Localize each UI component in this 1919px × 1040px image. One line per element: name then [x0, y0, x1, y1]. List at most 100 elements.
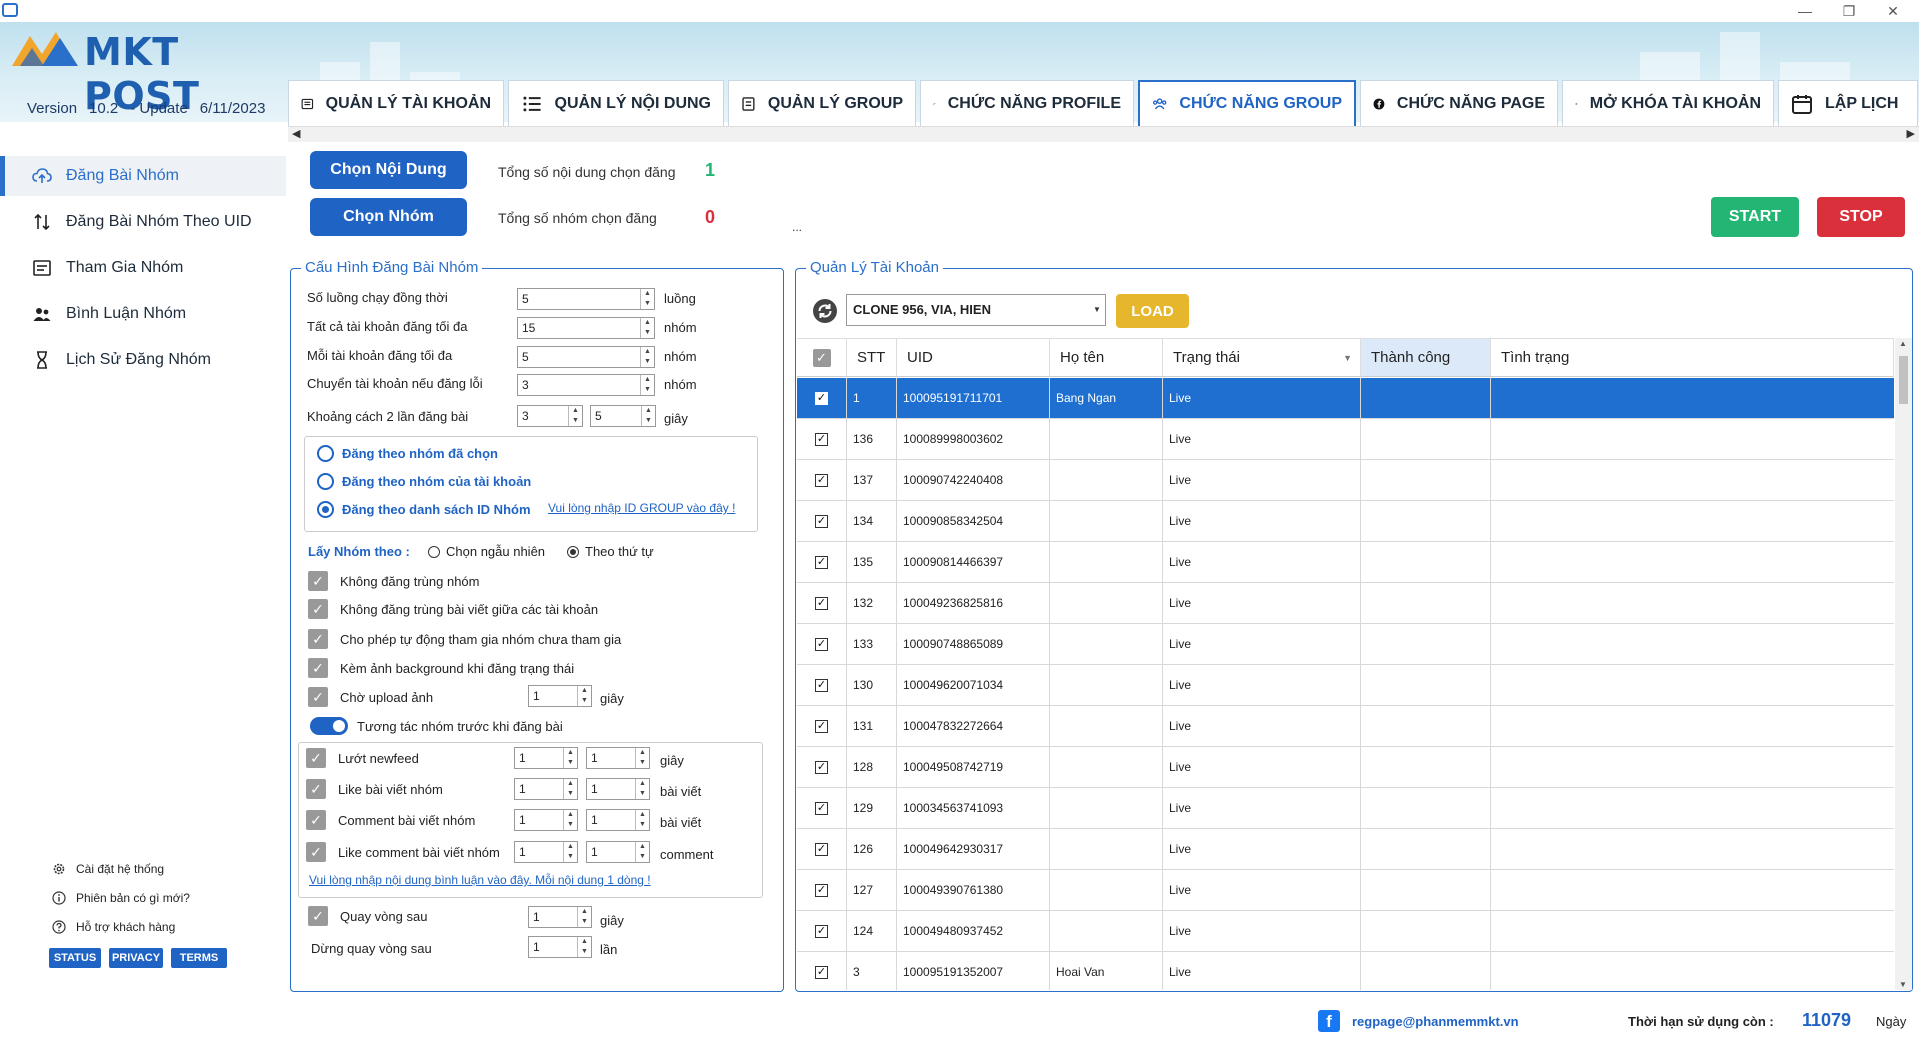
- row-checkbox[interactable]: ✓: [797, 419, 847, 459]
- choose-group-button[interactable]: Chọn Nhóm: [310, 198, 467, 236]
- terms-button[interactable]: TERMS: [171, 948, 227, 968]
- interact-row-input-a[interactable]: 1 ▲ ▼: [514, 841, 578, 863]
- column-header-state[interactable]: Tình trạng: [1491, 339, 1894, 377]
- stop-button[interactable]: STOP: [1817, 197, 1905, 237]
- interval-to-input[interactable]: 5 ▲ ▼: [590, 405, 656, 427]
- table-row[interactable]: ✓ 126 100049642930317 Live: [797, 829, 1894, 870]
- interact-row-check[interactable]: ✓ Lướt newfeed: [306, 748, 419, 768]
- row-checkbox[interactable]: ✓: [797, 583, 847, 623]
- interact-row-input-a[interactable]: 1 ▲ ▼: [514, 778, 578, 800]
- check-auto-join[interactable]: ✓ Cho phép tự động tham gia nhóm chưa tha…: [308, 629, 621, 649]
- table-row[interactable]: ✓ 129 100034563741093 Live: [797, 788, 1894, 829]
- row-checkbox[interactable]: ✓: [797, 665, 847, 705]
- row-checkbox[interactable]: ✓: [797, 624, 847, 664]
- table-row[interactable]: ✓ 135 100090814466397 Live: [797, 542, 1894, 583]
- tab-group-management[interactable]: QUẢN LÝ GROUP: [728, 80, 916, 126]
- column-header-stt[interactable]: STT: [847, 339, 897, 377]
- interact-row-input-a[interactable]: 1 ▲ ▼: [514, 809, 578, 831]
- post-mode-selected-groups[interactable]: Đăng theo nhóm đã chọn: [317, 445, 498, 462]
- tab-account-management[interactable]: QUẢN LÝ TÀI KHOẢN: [288, 80, 504, 126]
- minimize-button[interactable]: —: [1782, 0, 1828, 22]
- row-checkbox[interactable]: ✓: [797, 501, 847, 541]
- tab-profile-functions[interactable]: CHỨC NĂNG PROFILE: [920, 80, 1134, 126]
- tab-scrollbar[interactable]: ◀ ▶: [288, 126, 1919, 142]
- interact-row-input-b[interactable]: 1 ▲ ▼: [586, 809, 650, 831]
- interact-row-input-b[interactable]: 1 ▲ ▼: [586, 841, 650, 863]
- get-group-order-option[interactable]: Theo thứ tự: [567, 544, 654, 559]
- config-row-input[interactable]: 5 ▲ ▼: [517, 288, 655, 310]
- check-no-duplicate-group[interactable]: ✓ Không đăng trùng nhóm: [308, 571, 480, 591]
- system-settings-link[interactable]: Cài đặt hệ thống: [52, 862, 164, 876]
- table-row[interactable]: ✓ 136 100089998003602 Live: [797, 419, 1894, 460]
- choose-content-button[interactable]: Chọn Nội Dung: [310, 151, 467, 189]
- tab-scheduling[interactable]: LẬP LỊCH: [1778, 80, 1918, 126]
- row-checkbox[interactable]: ✓: [797, 788, 847, 828]
- table-row[interactable]: ✓ 130 100049620071034 Live: [797, 665, 1894, 706]
- load-button[interactable]: LOAD: [1116, 294, 1189, 328]
- row-checkbox[interactable]: ✓: [797, 829, 847, 869]
- tab-page-functions[interactable]: CHỨC NĂNG PAGE: [1360, 80, 1558, 126]
- sidebar-item-comment-group[interactable]: Bình Luận Nhóm: [0, 294, 286, 334]
- upload-wait-input[interactable]: 1 ▲ ▼: [528, 685, 592, 707]
- tab-content-management[interactable]: QUẢN LÝ NỘI DUNG: [508, 80, 724, 126]
- comment-content-link[interactable]: Vui lòng nhập nội dung bình luận vào đây…: [309, 873, 651, 887]
- column-header-uid[interactable]: UID: [897, 339, 1050, 377]
- column-header-status[interactable]: Trạng thái ▼: [1163, 339, 1361, 377]
- facebook-icon[interactable]: f: [1318, 1010, 1340, 1032]
- scroll-left-arrow-icon[interactable]: ◀: [292, 127, 300, 142]
- table-row[interactable]: ✓ 127 100049390761380 Live: [797, 870, 1894, 911]
- table-row[interactable]: ✓ 137 100090742240408 Live: [797, 460, 1894, 501]
- table-row[interactable]: ✓ 134 100090858342504 Live: [797, 501, 1894, 542]
- sidebar-item-post-history[interactable]: Lịch Sử Đăng Nhóm: [0, 340, 286, 380]
- row-checkbox[interactable]: ✓: [797, 460, 847, 500]
- interact-row-check[interactable]: ✓ Like bài viết nhóm: [306, 779, 443, 799]
- table-row[interactable]: ✓ 1 100095191711701 Bang Ngan Live: [797, 378, 1894, 419]
- row-checkbox[interactable]: ✓: [797, 870, 847, 910]
- account-category-select[interactable]: CLONE 956, VIA, HIEN ▼: [846, 294, 1106, 326]
- interact-row-input-b[interactable]: 1 ▲ ▼: [586, 778, 650, 800]
- tab-group-functions[interactable]: CHỨC NĂNG GROUP: [1138, 80, 1356, 126]
- row-checkbox[interactable]: ✓: [797, 952, 847, 990]
- scroll-up-arrow-icon[interactable]: ▲: [1899, 339, 1907, 348]
- column-header-success[interactable]: Thành công: [1361, 339, 1491, 377]
- loop-input[interactable]: 1 ▲ ▼: [528, 906, 592, 928]
- status-button[interactable]: STATUS: [49, 948, 101, 968]
- row-checkbox[interactable]: ✓: [797, 911, 847, 951]
- privacy-button[interactable]: PRIVACY: [109, 948, 163, 968]
- close-button[interactable]: ✕: [1870, 0, 1916, 22]
- whats-new-link[interactable]: Phiên bản có gì mới?: [52, 891, 190, 905]
- grid-vertical-scrollbar[interactable]: ▲ ▼: [1895, 338, 1912, 990]
- post-mode-account-groups[interactable]: Đăng theo nhóm của tài khoản: [317, 473, 531, 490]
- table-row[interactable]: ✓ 124 100049480937452 Live: [797, 911, 1894, 952]
- start-button[interactable]: START: [1711, 197, 1799, 237]
- support-link[interactable]: Hỗ trợ khách hàng: [52, 920, 175, 934]
- config-row-input[interactable]: 3 ▲ ▼: [517, 374, 655, 396]
- get-group-random-option[interactable]: Chọn ngẫu nhiên: [428, 544, 545, 559]
- sidebar-item-post-group[interactable]: Đăng Bài Nhóm: [0, 156, 286, 196]
- scroll-thumb[interactable]: [1899, 356, 1908, 404]
- refresh-icon[interactable]: [812, 298, 838, 324]
- interact-row-input-a[interactable]: 1 ▲ ▼: [514, 747, 578, 769]
- interact-row-check[interactable]: ✓ Comment bài viết nhóm: [306, 810, 475, 830]
- table-row[interactable]: ✓ 131 100047832272664 Live: [797, 706, 1894, 747]
- id-group-input-link[interactable]: Vui lòng nhập ID GROUP vào đây !: [548, 501, 735, 515]
- row-checkbox[interactable]: ✓: [797, 378, 847, 418]
- table-row[interactable]: ✓ 132 100049236825816 Live: [797, 583, 1894, 624]
- scroll-down-arrow-icon[interactable]: ▼: [1899, 980, 1907, 989]
- restore-button[interactable]: ❐: [1826, 0, 1872, 22]
- interact-row-input-b[interactable]: 1 ▲ ▼: [586, 747, 650, 769]
- tab-unlock-account[interactable]: MỞ KHÓA TÀI KHOẢN: [1562, 80, 1774, 126]
- interact-toggle[interactable]: [310, 717, 348, 735]
- interact-row-check[interactable]: ✓ Like comment bài viết nhóm: [306, 842, 500, 862]
- check-background-image[interactable]: ✓ Kèm ảnh background khi đăng trạng thái: [308, 658, 574, 678]
- column-header-name[interactable]: Họ tên: [1050, 339, 1163, 377]
- row-checkbox[interactable]: ✓: [797, 747, 847, 787]
- row-checkbox[interactable]: ✓: [797, 706, 847, 746]
- sidebar-item-join-group[interactable]: Tham Gia Nhóm: [0, 248, 286, 288]
- post-mode-id-list[interactable]: Đăng theo danh sách ID Nhóm: [317, 501, 531, 518]
- stop-loop-input[interactable]: 1 ▲ ▼: [528, 936, 592, 958]
- filter-dropdown-icon[interactable]: ▼: [1343, 353, 1352, 363]
- interval-from-input[interactable]: 3 ▲ ▼: [517, 405, 583, 427]
- sidebar-item-post-group-uid[interactable]: Đăng Bài Nhóm Theo UID: [0, 202, 286, 242]
- config-row-input[interactable]: 5 ▲ ▼: [517, 346, 655, 368]
